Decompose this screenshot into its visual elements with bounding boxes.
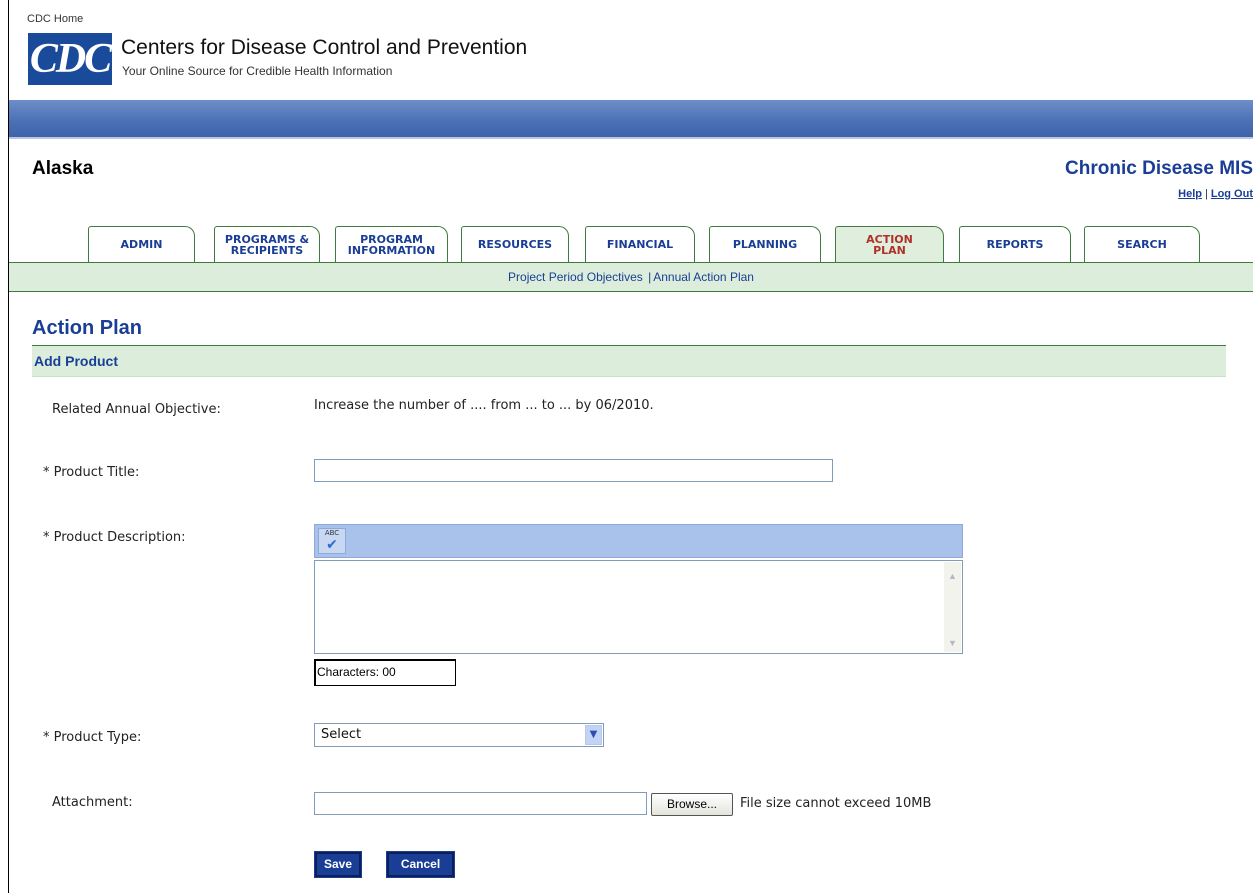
tab-label: REPORTS	[986, 238, 1044, 251]
header-blue-bar	[9, 100, 1253, 137]
product-title-input[interactable]	[314, 459, 833, 482]
tab-label: PLANNING	[732, 238, 798, 251]
tab-program-information[interactable]: PROGRAM INFORMATION	[335, 226, 448, 262]
attachment-input[interactable]	[314, 792, 647, 815]
scroll-down-icon[interactable]: ▼	[944, 635, 961, 652]
tab-label-line2: PLAN	[873, 244, 906, 257]
page-title: Action Plan	[32, 317, 143, 339]
save-button[interactable]: Save	[314, 851, 362, 878]
checkmark-icon: ✔	[326, 537, 338, 553]
tab-financial[interactable]: FINANCIAL	[585, 226, 695, 262]
editor-toolbar: ABC ✔	[314, 524, 963, 558]
logout-link[interactable]: Log Out	[1211, 188, 1253, 200]
tab-label: SEARCH	[1117, 238, 1167, 251]
org-tagline: Your Online Source for Credible Health I…	[122, 64, 393, 78]
scroll-up-icon[interactable]: ▲	[944, 568, 961, 585]
sub-navigation: Project Period Objectives | Annual Action…	[9, 262, 1253, 292]
section-header: Add Product	[32, 345, 1226, 377]
tab-label: RESOURCES	[477, 238, 553, 251]
tab-resources[interactable]: RESOURCES	[461, 226, 569, 262]
help-link[interactable]: Help	[1178, 188, 1202, 200]
tab-label: FINANCIAL	[606, 238, 674, 251]
product-type-selected: Select	[321, 727, 362, 742]
tab-action-plan[interactable]: ACTION PLAN	[835, 226, 944, 263]
objective-value: Increase the number of .... from ... to …	[314, 398, 654, 413]
product-type-select[interactable]: Select ▼	[314, 723, 604, 747]
project-period-objectives-link[interactable]: Project Period Objectives	[508, 270, 646, 284]
state-name: Alaska	[32, 158, 94, 179]
app-name: Chronic Disease MIS	[1065, 158, 1253, 179]
tab-programs-recipients[interactable]: PROGRAMS & RECIPIENTS	[214, 226, 320, 262]
textarea-scrollbar[interactable]: ▲ ▼	[944, 562, 961, 652]
top-links: Help | Log Out	[1178, 188, 1253, 200]
cancel-button[interactable]: Cancel	[386, 851, 455, 878]
spellcheck-icon-text: ABC	[324, 529, 340, 537]
browse-button[interactable]: Browse...	[651, 793, 733, 816]
chevron-down-icon[interactable]: ▼	[585, 725, 602, 745]
top-links-separator: |	[1204, 188, 1208, 200]
tab-admin[interactable]: ADMIN	[88, 226, 195, 262]
file-size-note: File size cannot exceed 10MB	[740, 796, 932, 811]
spellcheck-icon[interactable]: ABC ✔	[318, 528, 346, 554]
header-divider	[9, 137, 1253, 139]
product-title-label: * Product Title:	[43, 465, 140, 480]
cdc-home-link[interactable]: CDC Home	[27, 13, 83, 25]
cdc-logo[interactable]: CDC	[28, 33, 112, 85]
org-name: Centers for Disease Control and Preventi…	[121, 36, 528, 59]
tab-label: ADMIN	[120, 238, 163, 251]
tab-search[interactable]: SEARCH	[1084, 226, 1200, 262]
tab-planning[interactable]: PLANNING	[709, 226, 821, 262]
objective-label: Related Annual Objective:	[52, 402, 221, 417]
product-description-textarea[interactable]: ▲ ▼	[314, 560, 963, 654]
tab-label-line2: RECIPIENTS	[230, 243, 304, 257]
tab-reports[interactable]: REPORTS	[959, 226, 1071, 262]
character-count: Characters: 00	[314, 659, 456, 686]
product-type-label: * Product Type:	[43, 730, 142, 745]
product-description-label: * Product Description:	[43, 530, 186, 545]
annual-action-plan-link[interactable]: Annual Action Plan	[653, 270, 754, 284]
tab-label-line2: INFORMATION	[347, 243, 436, 257]
attachment-label: Attachment:	[52, 795, 133, 810]
